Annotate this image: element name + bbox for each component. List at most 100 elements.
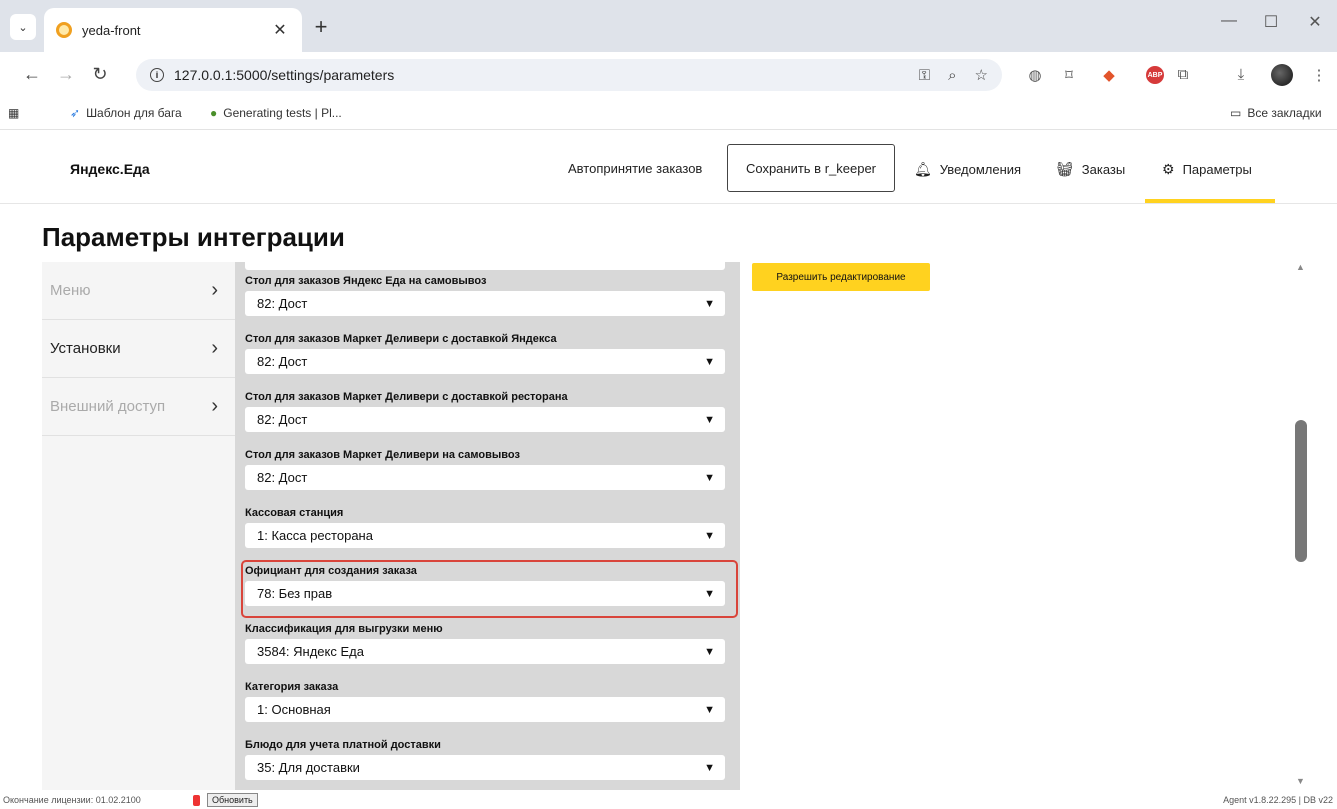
chevron-right-icon: › bbox=[211, 279, 218, 301]
select-value: 1: Основная bbox=[257, 702, 331, 717]
apps-grid-icon[interactable]: ▦ bbox=[8, 106, 25, 120]
nav-params[interactable]: ⚙ Параметры bbox=[1162, 161, 1252, 178]
agent-version: Agent v1.8.22.295 | DB v22 bbox=[1223, 795, 1333, 805]
chevron-right-icon: › bbox=[211, 395, 218, 417]
page-title: Параметры интеграции bbox=[42, 222, 345, 252]
bookmarks-bar: ▦ ➶ Шаблон для бага ● Generating tests |… bbox=[0, 98, 1337, 130]
chevron-down-icon: ▼ bbox=[704, 471, 715, 484]
chevron-down-icon: ▼ bbox=[704, 529, 715, 542]
field-label: Кассовая станция bbox=[245, 507, 344, 519]
nav-orders[interactable]: 🧺︎ Заказы bbox=[1056, 161, 1125, 178]
password-key-icon[interactable]: ⚿ bbox=[919, 67, 930, 84]
select-order-category[interactable]: 1: Основная ▼ bbox=[245, 697, 725, 722]
select-table-market-restaurant-delivery[interactable]: 82: Дост ▼ bbox=[245, 407, 725, 432]
reload-icon[interactable]: ↻ bbox=[88, 64, 112, 85]
select-menu-classification[interactable]: 3584: Яндекс Еда ▼ bbox=[245, 639, 725, 664]
gear-icon: ⚙ bbox=[1162, 161, 1175, 177]
browser-toolbar: ← → ↻ i 127.0.0.1:5000/settings/paramete… bbox=[0, 52, 1337, 98]
bookmark-label: Generating tests | Pl... bbox=[223, 106, 342, 120]
scroll-down-icon[interactable]: ▼ bbox=[1296, 776, 1305, 786]
profile-avatar[interactable] bbox=[1271, 64, 1293, 86]
chevron-down-icon: ▼ bbox=[704, 297, 715, 310]
select-table-yandex-pickup[interactable]: 82: Дост ▼ bbox=[245, 291, 725, 316]
select-value: 82: Дост bbox=[257, 412, 308, 427]
scroll-up-icon[interactable]: ▲ bbox=[1296, 262, 1305, 272]
all-bookmarks-label: Все закладки bbox=[1247, 106, 1322, 120]
field-order-category: Категория заказа 1: Основная ▼ bbox=[245, 678, 725, 722]
new-tab-icon[interactable]: + bbox=[308, 14, 334, 40]
field-table-market-restaurant-delivery: Стол для заказов Маркет Деливери с доста… bbox=[245, 388, 725, 432]
sidebar-item-menu[interactable]: Меню › bbox=[42, 262, 236, 320]
field-label: Стол для заказов Маркет Деливери с доста… bbox=[245, 333, 557, 345]
translate-icon[interactable]: ◍ bbox=[1024, 66, 1046, 84]
settings-sidebar: Меню › Установки › Внешний доступ › bbox=[42, 262, 236, 790]
select-cash-station[interactable]: 1: Касса ресторана ▼ bbox=[245, 523, 725, 548]
nav-auto-accept[interactable]: Автопринятие заказов bbox=[568, 161, 702, 176]
field-table-market-pickup: Стол для заказов Маркет Деливери на само… bbox=[245, 446, 725, 490]
browser-tabstrip: ⌄ yeda-front ✕ + — ☐ ✕ bbox=[0, 0, 1337, 52]
site-info-icon[interactable]: i bbox=[150, 68, 164, 82]
field-label: Стол для заказов Маркет Деливери на само… bbox=[245, 449, 520, 461]
partial-select-above[interactable] bbox=[245, 262, 725, 270]
bookmark-bug-template[interactable]: ➶ Шаблон для бага bbox=[70, 106, 182, 120]
active-nav-indicator bbox=[1145, 199, 1275, 203]
extension-icon[interactable]: ◆ bbox=[1098, 66, 1120, 84]
bookmark-generating-tests[interactable]: ● Generating tests | Pl... bbox=[210, 106, 342, 120]
nav-notifications[interactable]: 🔔︎ Уведомления bbox=[914, 161, 1021, 178]
all-bookmarks[interactable]: ▭ Все закладки bbox=[1230, 106, 1322, 120]
field-delivery-dish: Блюдо для учета платной доставки 35: Для… bbox=[245, 736, 725, 780]
refresh-button[interactable]: Обновить bbox=[207, 793, 258, 807]
field-menu-classification: Классификация для выгрузки меню 3584: Ян… bbox=[245, 620, 725, 664]
basket-icon: 🧺︎ bbox=[1056, 161, 1074, 177]
field-label: Блюдо для учета платной доставки bbox=[245, 739, 441, 751]
scrollbar-thumb[interactable] bbox=[1295, 420, 1307, 562]
app-header: Яндекс.Еда Автопринятие заказов Сохранит… bbox=[0, 131, 1337, 204]
menu-dots-icon[interactable]: ⋮ bbox=[1308, 66, 1330, 84]
field-label: Категория заказа bbox=[245, 681, 339, 693]
zoom-icon[interactable]: ⌕ bbox=[948, 67, 956, 84]
minimize-icon[interactable]: — bbox=[1214, 12, 1244, 30]
bookmark-label: Шаблон для бага bbox=[86, 106, 182, 120]
sidebar-item-label: Внешний доступ bbox=[50, 398, 166, 415]
select-value: 35: Для доставки bbox=[257, 760, 360, 775]
save-to-rkeeper-button[interactable]: Сохранить в r_keeper bbox=[727, 144, 895, 192]
adblock-icon[interactable]: ABP bbox=[1146, 66, 1164, 84]
extensions-puzzle-icon[interactable]: ⧉ bbox=[1172, 66, 1194, 83]
status-bar: Окончание лицензии: 01.02.2100 Обновить … bbox=[0, 792, 1337, 809]
select-value: 82: Дост bbox=[257, 296, 308, 311]
chevron-down-icon: ▼ bbox=[704, 413, 715, 426]
nav-orders-label: Заказы bbox=[1081, 162, 1126, 177]
select-value: 82: Дост bbox=[257, 470, 308, 485]
bookmark-star-icon[interactable]: ☆ bbox=[975, 66, 988, 84]
sidebar-item-external-access[interactable]: Внешний доступ › bbox=[42, 378, 236, 436]
license-expiry: Окончание лицензии: 01.02.2100 bbox=[3, 795, 141, 805]
download-icon[interactable]: ⤓ bbox=[1230, 66, 1252, 83]
jira-icon: ➶ bbox=[70, 106, 81, 120]
bookmark-favicon-icon: ● bbox=[210, 106, 218, 120]
tab-title: yeda-front bbox=[82, 22, 141, 38]
close-tab-icon[interactable]: ✕ bbox=[270, 20, 290, 40]
maximize-icon[interactable]: ☐ bbox=[1256, 12, 1286, 32]
allow-edit-button[interactable]: Разрешить редактирование bbox=[752, 263, 930, 291]
select-table-market-yandex-delivery[interactable]: 82: Дост ▼ bbox=[245, 349, 725, 374]
screenshot-icon[interactable]: ⌑ bbox=[1058, 66, 1080, 84]
field-cash-station: Кассовая станция 1: Касса ресторана ▼ bbox=[245, 504, 725, 548]
app-logo[interactable]: Яндекс.Еда bbox=[70, 161, 150, 177]
sidebar-item-settings[interactable]: Установки › bbox=[42, 320, 236, 378]
select-table-market-pickup[interactable]: 82: Дост ▼ bbox=[245, 465, 725, 490]
nav-notifications-label: Уведомления bbox=[939, 162, 1022, 177]
forward-icon[interactable]: → bbox=[54, 64, 78, 85]
browser-tab[interactable]: yeda-front ✕ bbox=[44, 8, 302, 52]
tab-search-icon[interactable]: ⌄ bbox=[10, 14, 36, 40]
close-window-icon[interactable]: ✕ bbox=[1300, 12, 1330, 32]
address-bar[interactable]: i 127.0.0.1:5000/settings/parameters ⚿ ⌕… bbox=[136, 59, 1002, 91]
select-delivery-dish[interactable]: 35: Для доставки ▼ bbox=[245, 755, 725, 780]
chevron-down-icon: ▼ bbox=[704, 645, 715, 658]
nav-params-label: Параметры bbox=[1182, 162, 1252, 177]
select-value: 82: Дост bbox=[257, 354, 308, 369]
field-label: Стол для заказов Яндекс Еда на самовывоз bbox=[245, 275, 487, 287]
back-icon[interactable]: ← bbox=[20, 64, 44, 85]
license-flag-icon bbox=[193, 795, 200, 806]
sidebar-item-label: Меню bbox=[50, 282, 91, 299]
folder-icon: ▭ bbox=[1230, 106, 1242, 120]
